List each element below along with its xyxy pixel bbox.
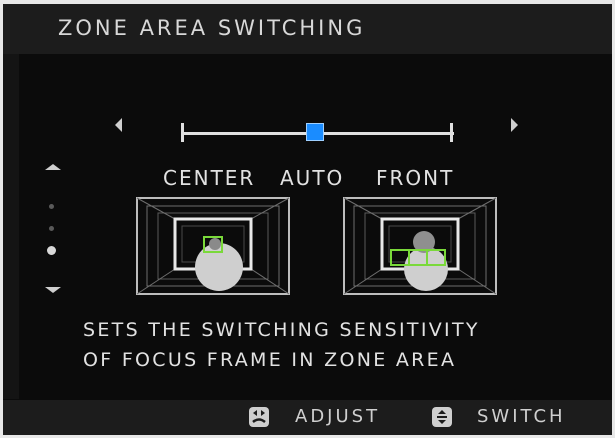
slider-end-tick [450,123,453,142]
menu-screen: ZONE AREA SWITCHING CENTER AUTO FRONT SE… [3,4,612,435]
footer-bar: ADJUST SWITCH [3,400,612,435]
adjust-label: ADJUST [295,406,381,427]
title-bar: ZONE AREA SWITCHING [3,4,612,54]
sensitivity-slider-handle[interactable] [306,123,324,141]
triangle-up-icon[interactable] [45,164,61,170]
triangle-down-icon[interactable] [45,287,61,293]
mode-label-center: CENTER [163,166,256,190]
page-indicator-dot-active [47,246,56,255]
front-command-dial-icon[interactable] [431,406,453,428]
mode-label-auto: AUTO [280,166,345,190]
description-line-1: SETS THE SWITCHING SENSITIVITY [83,319,480,341]
side-bar [3,54,19,399]
rear-command-dial-icon[interactable] [248,406,270,428]
triangle-right-icon[interactable] [511,118,518,132]
center-subject-illustration [136,197,290,295]
page-title: ZONE AREA SWITCHING [58,16,366,40]
switch-label: SWITCH [477,406,566,427]
front-subject-illustration [343,197,497,295]
page-indicator-dot [49,204,54,209]
slider-end-tick [181,123,184,142]
mode-label-front: FRONT [376,166,455,190]
page-indicator-dot [49,226,54,231]
description-line-2: OF FOCUS FRAME IN ZONE AREA [83,349,457,371]
triangle-left-icon[interactable] [115,118,122,132]
